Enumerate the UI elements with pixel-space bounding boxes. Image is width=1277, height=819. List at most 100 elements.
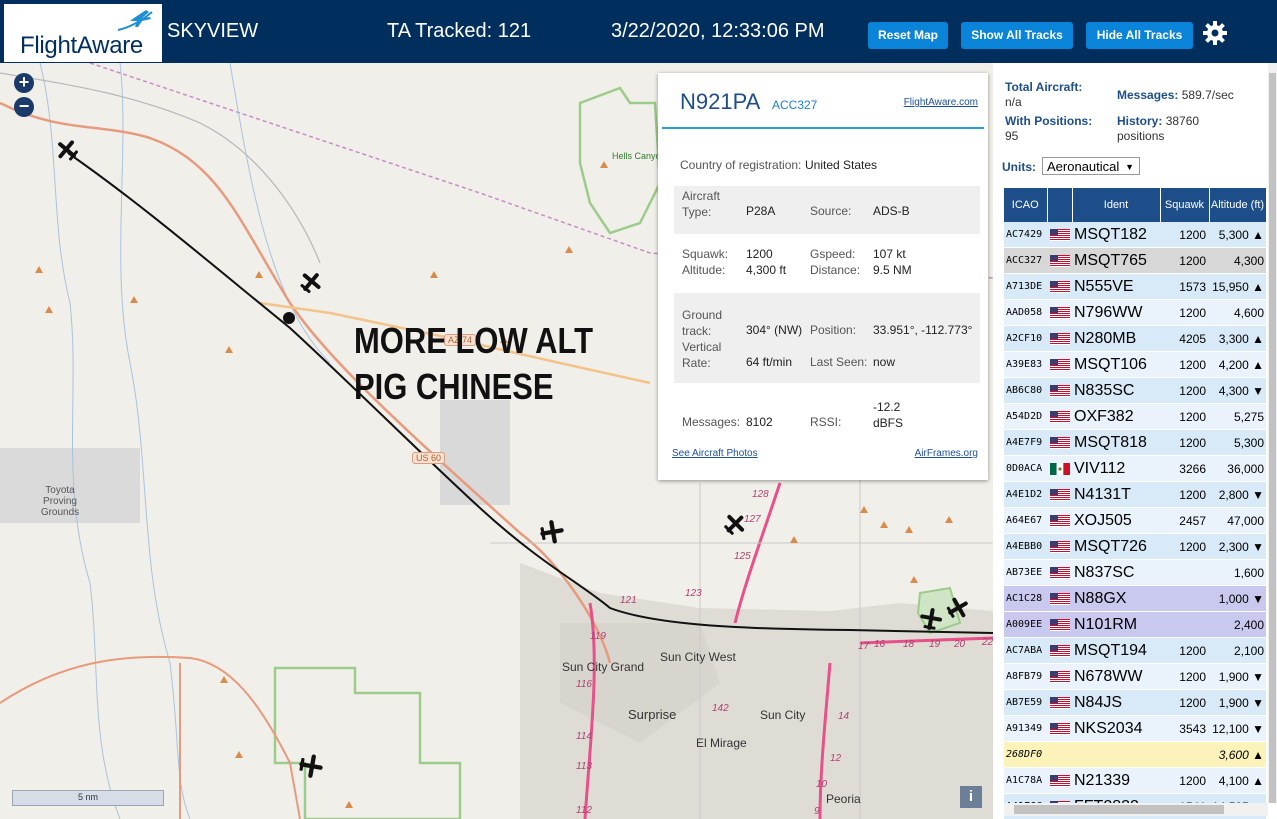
units-dropdown[interactable]: Aeronautical ▼	[1042, 157, 1140, 175]
column-header-flag[interactable]	[1047, 188, 1073, 222]
squawk-cell	[1160, 585, 1209, 612]
flag-cell	[1047, 533, 1072, 560]
icao-cell: A2CF10	[1004, 325, 1047, 352]
reset-map-button[interactable]: Reset Map	[868, 22, 948, 49]
alt-cell: 5,275	[1209, 403, 1266, 430]
alt-cell: 12,100 ▼	[1209, 715, 1266, 742]
hide-all-tracks-button[interactable]: Hide All Tracks	[1086, 22, 1193, 49]
alt-cell: 3,600 ▲	[1209, 741, 1266, 768]
ident-cell: XOJ505	[1072, 507, 1160, 534]
icao-cell: A64E67	[1004, 507, 1047, 534]
ident-cell: OXF382	[1072, 403, 1160, 430]
messages-label: Messages:	[1117, 88, 1179, 102]
flag-cell	[1047, 663, 1072, 690]
squawk-cell: 1200	[1160, 403, 1209, 430]
road-number: 112	[576, 805, 592, 816]
table-row[interactable]: AAD058 N796WW 1200 4,600	[1004, 299, 1266, 326]
with-positions-label: With Positions:	[1005, 114, 1093, 128]
column-header-squawk[interactable]: Squawk	[1160, 188, 1210, 222]
ident-cell: N101RM	[1072, 611, 1160, 638]
table-row[interactable]: AC7ABA MSQT194 1200 2,100	[1004, 637, 1266, 664]
airframes-link[interactable]: AirFrames.org	[915, 448, 978, 459]
ident-cell: MSQT194	[1072, 637, 1160, 664]
table-row[interactable]: A64E67 XOJ505 2457 47,000	[1004, 507, 1266, 534]
column-header-icao[interactable]: ICAO	[1004, 188, 1048, 222]
table-row[interactable]: AC1C28 N88GX 1,000 ▼	[1004, 585, 1266, 612]
table-row[interactable]: AC7429 MSQT182 1200 5,300 ▲	[1004, 222, 1266, 248]
table-row[interactable]: A8FB79 N678WW 1200 1,900 ▼	[1004, 663, 1266, 690]
ident-cell: N88GX	[1072, 585, 1160, 612]
aircraft-icon[interactable]	[945, 595, 971, 621]
table-row[interactable]: 268DF0 3,600 ▲	[1004, 741, 1266, 768]
aircraft-photos-link[interactable]: See Aircraft Photos	[672, 448, 758, 459]
table-row[interactable]: A91349 NKS2034 3543 12,100 ▼	[1004, 715, 1266, 742]
ident-cell: NKS2034	[1072, 715, 1160, 742]
aircraft-icon[interactable]	[918, 606, 944, 632]
table-row[interactable]: AB73EE N837SC 1,600	[1004, 559, 1266, 586]
info-button[interactable]: i	[960, 786, 982, 808]
aircraft-icon[interactable]	[538, 518, 566, 546]
alt-cell: 5,300 ▲	[1209, 222, 1266, 248]
ident-cell: N280MB	[1072, 325, 1160, 352]
table-row[interactable]: A1C78A N21339 1200 4,100 ▲	[1004, 767, 1266, 794]
flightaware-logo[interactable]: FlightAware	[4, 4, 162, 62]
track-value: 304° (NW)	[746, 323, 803, 337]
aircraft-icon[interactable]	[298, 269, 324, 295]
popup-registration: N921PA	[680, 89, 761, 114]
squawk-cell: 1200	[1160, 299, 1209, 326]
ident-cell: MSQT182	[1072, 222, 1160, 248]
scroll-thumb[interactable]	[1269, 73, 1276, 803]
top-bar: FlightAware SKYVIEW TA Tracked: 121 3/22…	[0, 0, 1277, 63]
icao-cell: A54D2D	[1004, 403, 1047, 430]
icao-cell: 268DF0	[1004, 741, 1047, 768]
table-row[interactable]: A4E1D2 N4131T 1200 2,800 ▼	[1004, 481, 1266, 508]
icao-cell: A4E7F9	[1004, 429, 1047, 456]
table-row[interactable]: A713DE N555VE 1573 15,950 ▲	[1004, 273, 1266, 300]
column-header-altitude[interactable]: Altitude (ft)	[1209, 188, 1267, 222]
column-header-ident[interactable]: Ident	[1072, 188, 1161, 222]
flightaware-link[interactable]: FlightAware.com	[904, 97, 978, 108]
map-view[interactable]: Hells Canyon Wilderness Area Toyota Prov…	[0, 63, 993, 819]
squawk-cell: 4205	[1160, 325, 1209, 352]
ident-cell: N835SC	[1072, 377, 1160, 404]
table-row[interactable]: AB7E59 N84JS 1200 1,900 ▼	[1004, 689, 1266, 716]
road-number: 114	[576, 731, 592, 742]
gear-icon[interactable]	[1202, 20, 1228, 46]
show-all-tracks-button[interactable]: Show All Tracks	[961, 22, 1073, 49]
us-flag-icon	[1049, 645, 1070, 658]
flag-cell	[1047, 429, 1072, 456]
squawk-cell: 3266	[1160, 455, 1209, 482]
icao-cell: A39E83	[1004, 351, 1047, 378]
aircraft-icon[interactable]	[297, 752, 325, 780]
popup-divider	[662, 127, 984, 129]
vertical-scrollbar[interactable]	[1268, 63, 1277, 803]
lastseen-value: now	[873, 355, 896, 369]
place-label: Toyota Proving Grounds	[40, 485, 80, 518]
icao-cell: AC1C28	[1004, 585, 1047, 612]
table-row[interactable]: ACC327 MSQT765 1200 4,300	[1004, 247, 1266, 274]
scroll-thumb[interactable]	[1014, 805, 1224, 814]
zoom-in-button[interactable]: +	[14, 73, 34, 93]
aircraft-icon[interactable]	[54, 137, 80, 163]
table-row[interactable]: 0D0ACA VIV112 3266 36,000	[1004, 455, 1266, 482]
table-row[interactable]: A39E83 MSQT106 1200 4,200 ▲	[1004, 351, 1266, 378]
zoom-out-button[interactable]: −	[14, 97, 34, 117]
table-row[interactable]: A009EE N101RM 2,400	[1004, 611, 1266, 638]
alt-cell: 1,900 ▼	[1209, 663, 1266, 690]
icao-cell: A8FB79	[1004, 663, 1047, 690]
squawk-cell: 1200	[1160, 663, 1209, 690]
horizontal-scrollbar[interactable]	[1004, 803, 1268, 816]
road-number: 9	[814, 806, 820, 817]
table-row[interactable]: AB6C80 N835SC 1200 4,300 ▼	[1004, 377, 1266, 404]
table-row[interactable]: A2CF10 N280MB 4205 3,300 ▲	[1004, 325, 1266, 352]
road-number: 20	[954, 639, 966, 650]
table-row[interactable]: A4E7F9 MSQT818 1200 5,300	[1004, 429, 1266, 456]
ident-cell: N555VE	[1072, 273, 1160, 300]
table-row[interactable]: A54D2D OXF382 1200 5,275	[1004, 403, 1266, 430]
annotation-text: MORE LOW ALT	[354, 320, 594, 361]
icao-cell: A009EE	[1004, 611, 1047, 638]
popup-icao: ACC327	[772, 98, 818, 112]
track-label: Ground track:	[682, 308, 723, 338]
gspeed-label: Gspeed:	[810, 247, 856, 261]
table-row[interactable]: A4EBB0 MSQT726 1200 2,300 ▼	[1004, 533, 1266, 560]
